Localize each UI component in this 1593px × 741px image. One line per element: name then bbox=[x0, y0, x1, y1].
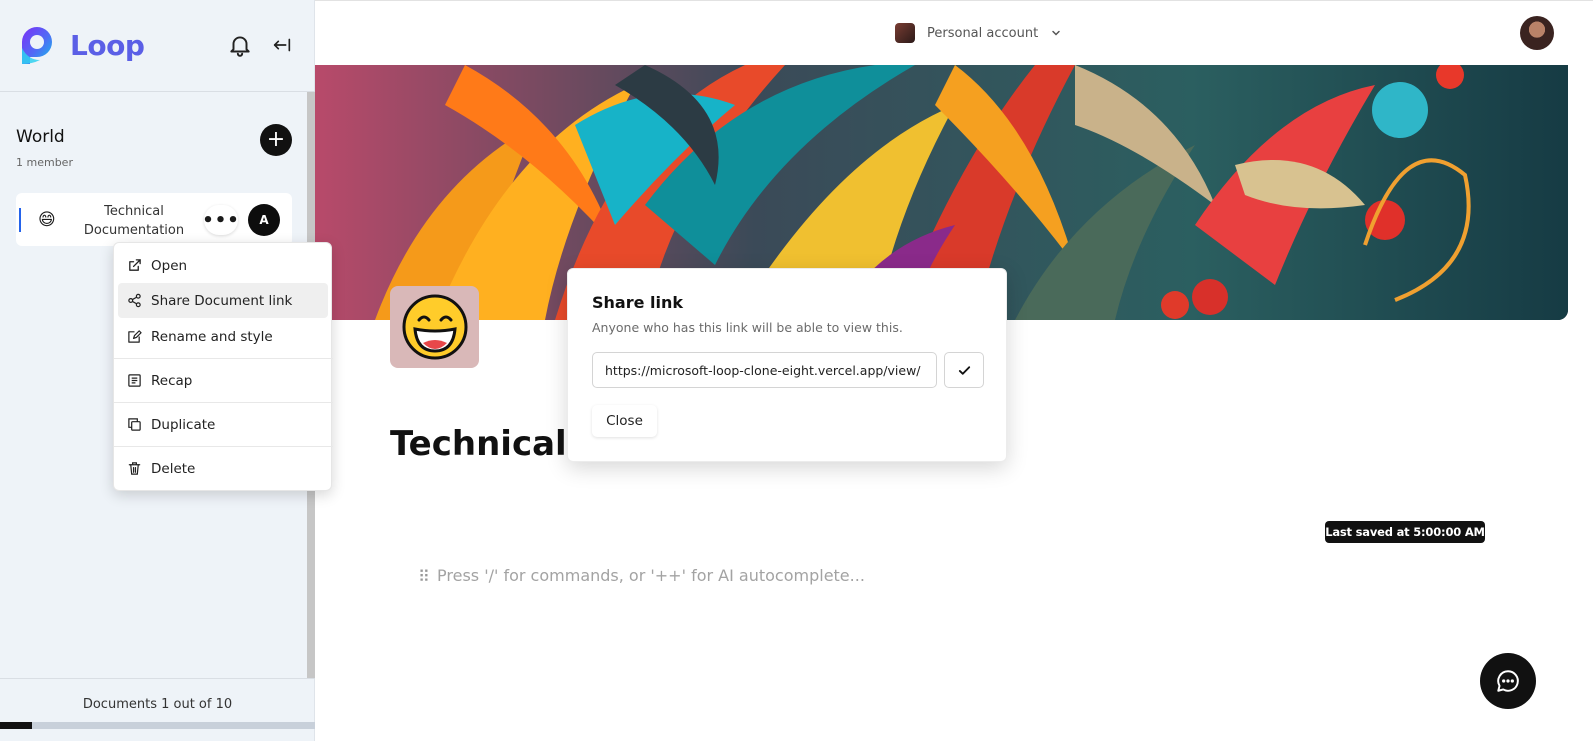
menu-divider bbox=[114, 358, 333, 359]
app-name: Loop bbox=[70, 28, 145, 62]
add-document-button[interactable]: + bbox=[260, 124, 292, 156]
external-link-icon bbox=[129, 259, 141, 271]
grinning-face-icon bbox=[402, 294, 467, 360]
account-avatar bbox=[895, 23, 915, 43]
menu-item-share-document-link[interactable]: Share Document link bbox=[118, 283, 328, 318]
menu-item-label: Share Document link bbox=[151, 292, 293, 309]
share-link-dialog: Share link Anyone who has this link will… bbox=[567, 268, 1007, 462]
more-options-button[interactable]: ••• bbox=[202, 205, 240, 235]
document-name: Technical Documentation bbox=[83, 204, 185, 238]
menu-item-duplicate[interactable]: Duplicate bbox=[118, 407, 328, 442]
copy-link-button[interactable] bbox=[944, 352, 984, 388]
trash-icon bbox=[128, 462, 141, 475]
last-saved-badge: Last saved at 5:00:00 AM bbox=[1325, 521, 1485, 543]
menu-item-label: Open bbox=[151, 257, 188, 274]
dialog-description: Anyone who has this link will be able to… bbox=[592, 320, 903, 335]
edit-icon bbox=[128, 330, 142, 343]
menu-item-label: Delete bbox=[151, 460, 196, 477]
app-logo[interactable]: Loop bbox=[18, 24, 145, 66]
menu-item-label: Recap bbox=[151, 372, 193, 389]
chevron-down-icon bbox=[1052, 30, 1060, 36]
menu-item-recap[interactable]: Recap bbox=[118, 363, 328, 398]
documents-count: Documents 1 out of 10 bbox=[0, 678, 315, 722]
document-icon[interactable] bbox=[390, 286, 479, 368]
account-switcher[interactable]: Personal account bbox=[895, 23, 1062, 43]
sidebar-header: Loop bbox=[0, 0, 315, 92]
editor-placeholder[interactable]: Press '/' for commands, or '++' for AI a… bbox=[437, 566, 865, 585]
document-emoji: 😄 bbox=[38, 210, 56, 230]
ellipsis-icon: ••• bbox=[202, 209, 240, 231]
dialog-title: Share link bbox=[592, 293, 684, 312]
share-icon bbox=[128, 293, 141, 308]
document-context-menu: Open Share Document link Rename and styl… bbox=[113, 242, 333, 491]
share-link-input[interactable] bbox=[592, 352, 937, 388]
avatar[interactable]: A bbox=[248, 204, 280, 236]
account-label: Personal account bbox=[927, 25, 1039, 41]
menu-divider bbox=[114, 402, 333, 403]
chat-icon bbox=[1497, 670, 1519, 692]
menu-item-label: Rename and style bbox=[151, 328, 273, 345]
menu-item-open[interactable]: Open bbox=[118, 248, 328, 283]
active-indicator bbox=[19, 208, 21, 232]
menu-divider bbox=[114, 446, 333, 447]
recap-icon bbox=[128, 374, 141, 387]
bell-icon[interactable] bbox=[227, 32, 253, 58]
documents-usage-bar bbox=[0, 722, 315, 729]
copy-icon bbox=[128, 418, 141, 431]
top-bar: Personal account bbox=[315, 0, 1593, 65]
menu-item-rename-and-style[interactable]: Rename and style bbox=[118, 319, 328, 354]
workspace-title: World bbox=[16, 127, 65, 147]
close-button[interactable]: Close bbox=[592, 405, 657, 437]
user-profile-avatar[interactable] bbox=[1520, 16, 1554, 50]
check-icon bbox=[958, 365, 970, 375]
menu-item-delete[interactable]: Delete bbox=[118, 451, 328, 486]
chat-button[interactable] bbox=[1480, 653, 1536, 709]
sidebar-item-technical-documentation[interactable]: 😄 Technical Documentation ••• A bbox=[16, 193, 292, 246]
workspace-members: 1 member bbox=[16, 156, 73, 169]
collapse-sidebar-icon[interactable] bbox=[271, 34, 293, 56]
loop-logo-icon bbox=[22, 27, 52, 64]
documents-usage-fill bbox=[0, 722, 32, 729]
drag-handle-icon[interactable]: ⠿ bbox=[418, 567, 430, 586]
plus-icon: + bbox=[266, 127, 286, 152]
menu-item-label: Duplicate bbox=[151, 416, 216, 433]
